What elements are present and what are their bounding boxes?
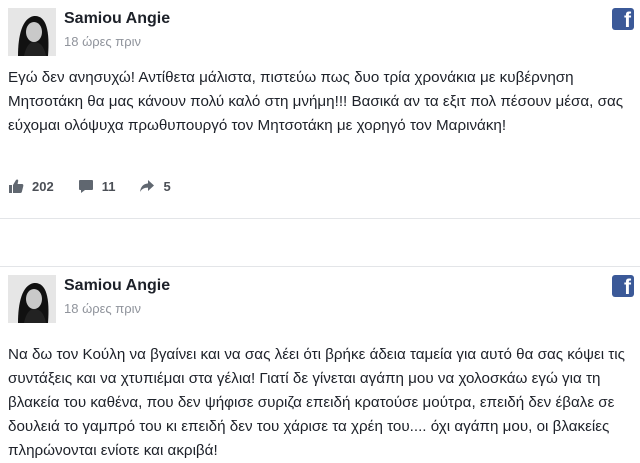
facebook-icon[interactable]: f bbox=[612, 8, 634, 32]
share-count-value: 5 bbox=[163, 178, 171, 194]
facebook-post: Samiou Angie 18 ώρες πριν f Εγώ δεν ανησ… bbox=[0, 0, 640, 219]
author-name[interactable]: Samiou Angie bbox=[64, 277, 170, 295]
comment-icon bbox=[78, 180, 93, 193]
author-name[interactable]: Samiou Angie bbox=[64, 10, 170, 28]
post-timestamp[interactable]: 18 ώρες πριν bbox=[64, 301, 141, 316]
comment-count-value: 11 bbox=[101, 178, 116, 194]
thumbs-up-icon bbox=[9, 179, 24, 193]
facebook-icon[interactable]: f bbox=[612, 275, 634, 299]
post-text: Εγώ δεν ανησυχώ! Αντίθετα μάλιστα, πιστε… bbox=[8, 69, 624, 134]
post-stats: 202 11 5 bbox=[8, 176, 195, 196]
like-count-value: 202 bbox=[32, 178, 54, 194]
share-icon bbox=[140, 180, 155, 192]
avatar[interactable] bbox=[8, 8, 56, 56]
post-text: Να δω τον Κούλη να βγαίνει και να σας λέ… bbox=[8, 346, 625, 459]
post-timestamp[interactable]: 18 ώρες πριν bbox=[64, 34, 141, 49]
comment-count[interactable]: 11 bbox=[78, 178, 116, 194]
like-count[interactable]: 202 bbox=[8, 178, 54, 194]
facebook-post: Samiou Angie 18 ώρες πριν f Να δω τον Κο… bbox=[0, 266, 640, 459]
share-count[interactable]: 5 bbox=[139, 178, 171, 194]
avatar[interactable] bbox=[8, 275, 56, 323]
